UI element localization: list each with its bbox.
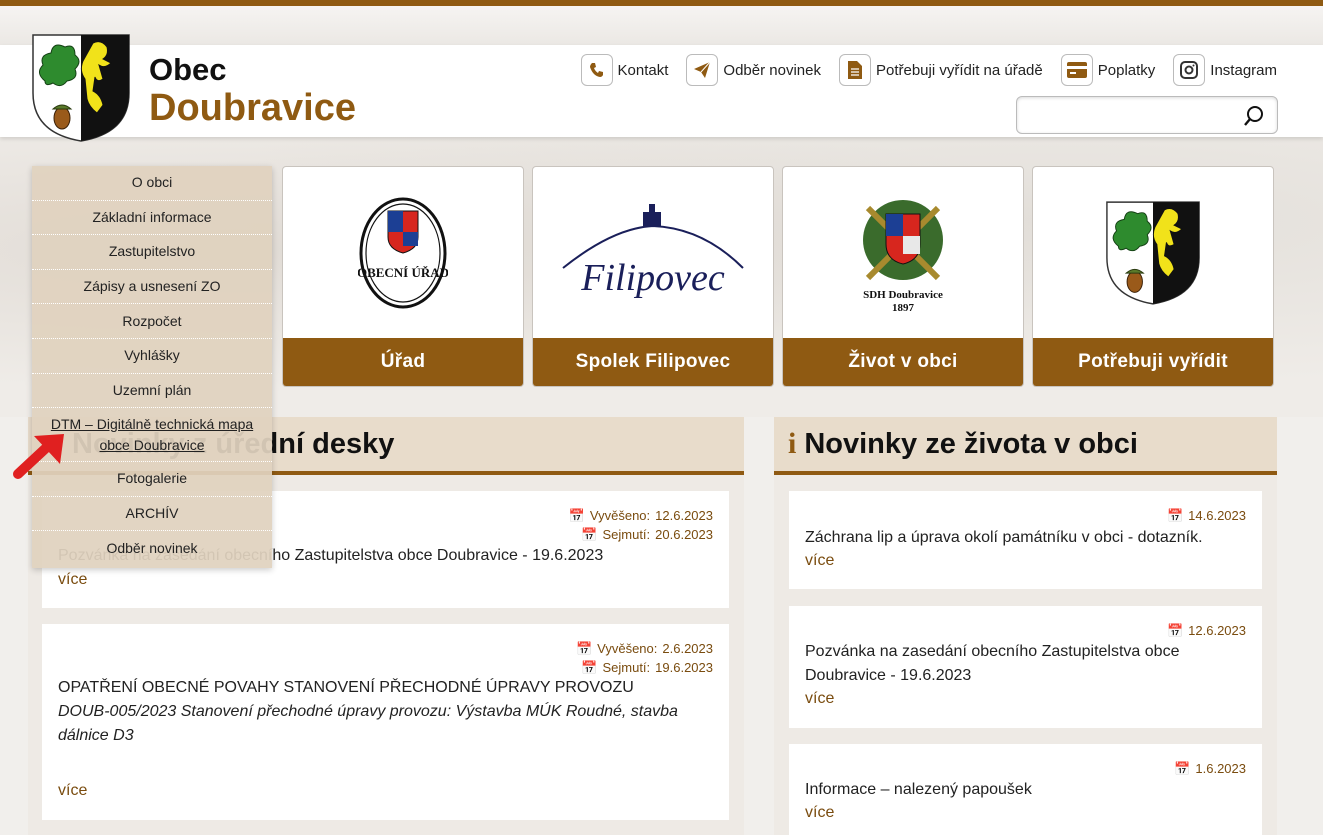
newsletter-link-label: Odběr novinek [723, 61, 821, 79]
instagram-link-label: Instagram [1210, 61, 1277, 79]
calendar-icon: 📅 [1166, 508, 1184, 523]
menu-item-vyhlasky[interactable]: Vyhlášky [32, 339, 272, 374]
top-links: Kontakt Odběr novinek Potřebuji vyřídit … [580, 54, 1277, 86]
posted-date: 12.6.2023 [655, 508, 713, 523]
news-post-more-link[interactable]: více [805, 690, 834, 708]
news-post-more-link[interactable]: více [805, 552, 834, 570]
contact-link[interactable]: Kontakt [580, 54, 669, 86]
menu-item-dtm[interactable]: DTM – Digitálně technická mapa obce Doub… [32, 408, 272, 463]
credit-card-icon [1060, 54, 1093, 86]
menu-item-o-obci[interactable]: O obci [32, 166, 272, 201]
tile-potrebuji-vyridit[interactable]: Potřebuji vyřídit [1032, 166, 1274, 387]
tile-zivot-v-obci[interactable]: SDH Doubravice 1897 Život v obci [782, 166, 1024, 387]
news-panel-header: i Novinky ze života v obci [774, 417, 1277, 475]
document-icon [838, 54, 871, 86]
news-post-title[interactable]: Informace – nalezený papoušek [805, 778, 1246, 802]
tile-potrebuji-vyridit-label: Potřebuji vyřídit [1033, 338, 1273, 386]
board-post-more-link[interactable]: více [58, 782, 87, 800]
calendar-icon: 📅 [581, 660, 598, 675]
fees-link-label: Poplatky [1097, 61, 1156, 79]
top-stripe [0, 6, 1323, 45]
site-title[interactable]: Obec Doubravice [149, 52, 356, 128]
fees-link[interactable]: Poplatky [1060, 54, 1156, 86]
news-panel-title: Novinky ze života v obci [804, 427, 1138, 460]
menu-item-archiv[interactable]: ARCHÍV [32, 497, 272, 532]
search-input[interactable] [1017, 97, 1237, 133]
removed-date: 20.6.2023 [655, 527, 713, 542]
news-post: 📅 1.6.2023 Informace – nalezený papoušek … [789, 744, 1262, 835]
removed-date: 19.6.2023 [655, 660, 713, 675]
menu-item-odber-novinek[interactable]: Odběr novinek [32, 531, 272, 566]
removed-label: Sejmutí: [602, 660, 651, 675]
search-box [1016, 96, 1278, 134]
village-crest-logo[interactable] [31, 33, 131, 143]
menu-item-zastupitelstvo[interactable]: Zastupitelstvo [32, 235, 272, 270]
menu-item-zakladni-informace[interactable]: Základní informace [32, 201, 272, 236]
board-post-meta: 📅 Vyvěšeno: 12.6.2023 📅 Sejmutí: 20.6.2023 [569, 506, 713, 544]
filipovec-logo-text: Filipovec [580, 257, 725, 299]
board-post: 📅 Vyvěšeno: 2.6.2023 📅 Sejmutí: 19.6.2023 OP… [42, 624, 729, 820]
removed-label: Sejmutí: [602, 527, 651, 542]
sdh-emblem-text: SDH Doubravice [863, 289, 943, 301]
menu-item-uzemni-plan[interactable]: Uzemní plán [32, 374, 272, 409]
site-title-line1: Obec [149, 52, 227, 87]
office-seal-logo: OBECNÍ ÚŘAD [283, 167, 523, 339]
news-post: 📅 12.6.2023 Pozvánka na zasedání obecního… [789, 606, 1262, 728]
posted-label: Vyvěšeno: [589, 508, 651, 523]
site-title-line2: Doubravice [149, 87, 356, 129]
red-pointer-arrow-icon [13, 434, 64, 479]
news-post-more-link[interactable]: více [805, 804, 834, 822]
news-post: 📅 14.6.2023 Záchrana lip a úprava okolí p… [789, 491, 1262, 589]
newsletter-link[interactable]: Odběr novinek [686, 54, 821, 86]
tile-spolek-filipovec-label: Spolek Filipovec [533, 338, 773, 386]
calendar-icon: 📅 [575, 641, 593, 656]
send-icon [686, 54, 719, 86]
menu-item-fotogalerie[interactable]: Fotogalerie [32, 462, 272, 497]
instagram-icon [1173, 54, 1206, 86]
filipovec-logo: Filipovec [533, 167, 773, 339]
news-post-meta: 📅 14.6.2023 [1167, 506, 1246, 525]
news-post-title[interactable]: Pozvánka na zasedání obecního Zastupitel… [805, 640, 1246, 688]
news-post-date: 1.6.2023 [1195, 761, 1246, 776]
info-icon: i [788, 427, 797, 460]
calendar-icon: 📅 [581, 527, 598, 542]
board-post-more-link[interactable]: více [58, 571, 87, 589]
office-services-link[interactable]: Potřebuji vyřídit na úřadě [838, 54, 1043, 86]
calendar-icon: 📅 [568, 508, 585, 523]
about-village-dropdown-menu: O obci Základní informace Zastupitelstvo… [32, 166, 272, 568]
office-seal-text: OBECNÍ ÚŘAD [358, 265, 448, 280]
tile-zivot-v-obci-label: Život v obci [783, 338, 1023, 386]
instagram-link[interactable]: Instagram [1173, 54, 1277, 86]
crest-icon [1033, 167, 1273, 339]
calendar-icon: 📅 [1166, 623, 1184, 638]
office-services-link-label: Potřebuji vyřídit na úřadě [875, 61, 1043, 79]
tile-urad[interactable]: OBECNÍ ÚŘAD Úřad [282, 166, 524, 387]
board-post-description: DOUB-005/2023 Stanovení přechodné úpravy… [58, 703, 678, 744]
contact-link-label: Kontakt [617, 61, 669, 79]
menu-item-rozpocet[interactable]: Rozpočet [32, 304, 272, 339]
news-post-date: 12.6.2023 [1188, 623, 1246, 638]
menu-item-zapisy[interactable]: Zápisy a usnesení ZO [32, 270, 272, 305]
sdh-emblem-logo: SDH Doubravice 1897 [783, 167, 1023, 339]
tile-spolek-filipovec[interactable]: Filipovec Spolek Filipovec [532, 166, 774, 387]
posted-label: Vyvěšeno: [597, 641, 658, 656]
board-post-meta: 📅 Vyvěšeno: 2.6.2023 📅 Sejmutí: 19.6.2023 [576, 639, 713, 677]
sdh-emblem-year: 1897 [892, 302, 915, 314]
posted-date: 2.6.2023 [662, 641, 713, 656]
news-post-meta: 📅 12.6.2023 [1167, 621, 1246, 640]
tile-urad-label: Úřad [283, 338, 523, 386]
phone-icon [580, 54, 613, 86]
board-post-title[interactable]: OPATŘENÍ OBECNÉ POVAHY STANOVENÍ PŘECHOD… [58, 676, 713, 700]
news-post-title[interactable]: Záchrana lip a úprava okolí památníku v … [805, 526, 1246, 550]
calendar-icon: 📅 [1174, 761, 1191, 776]
search-icon[interactable] [1243, 105, 1265, 132]
news-post-date: 14.6.2023 [1188, 508, 1246, 523]
news-post-meta: 📅 1.6.2023 [1174, 759, 1246, 778]
